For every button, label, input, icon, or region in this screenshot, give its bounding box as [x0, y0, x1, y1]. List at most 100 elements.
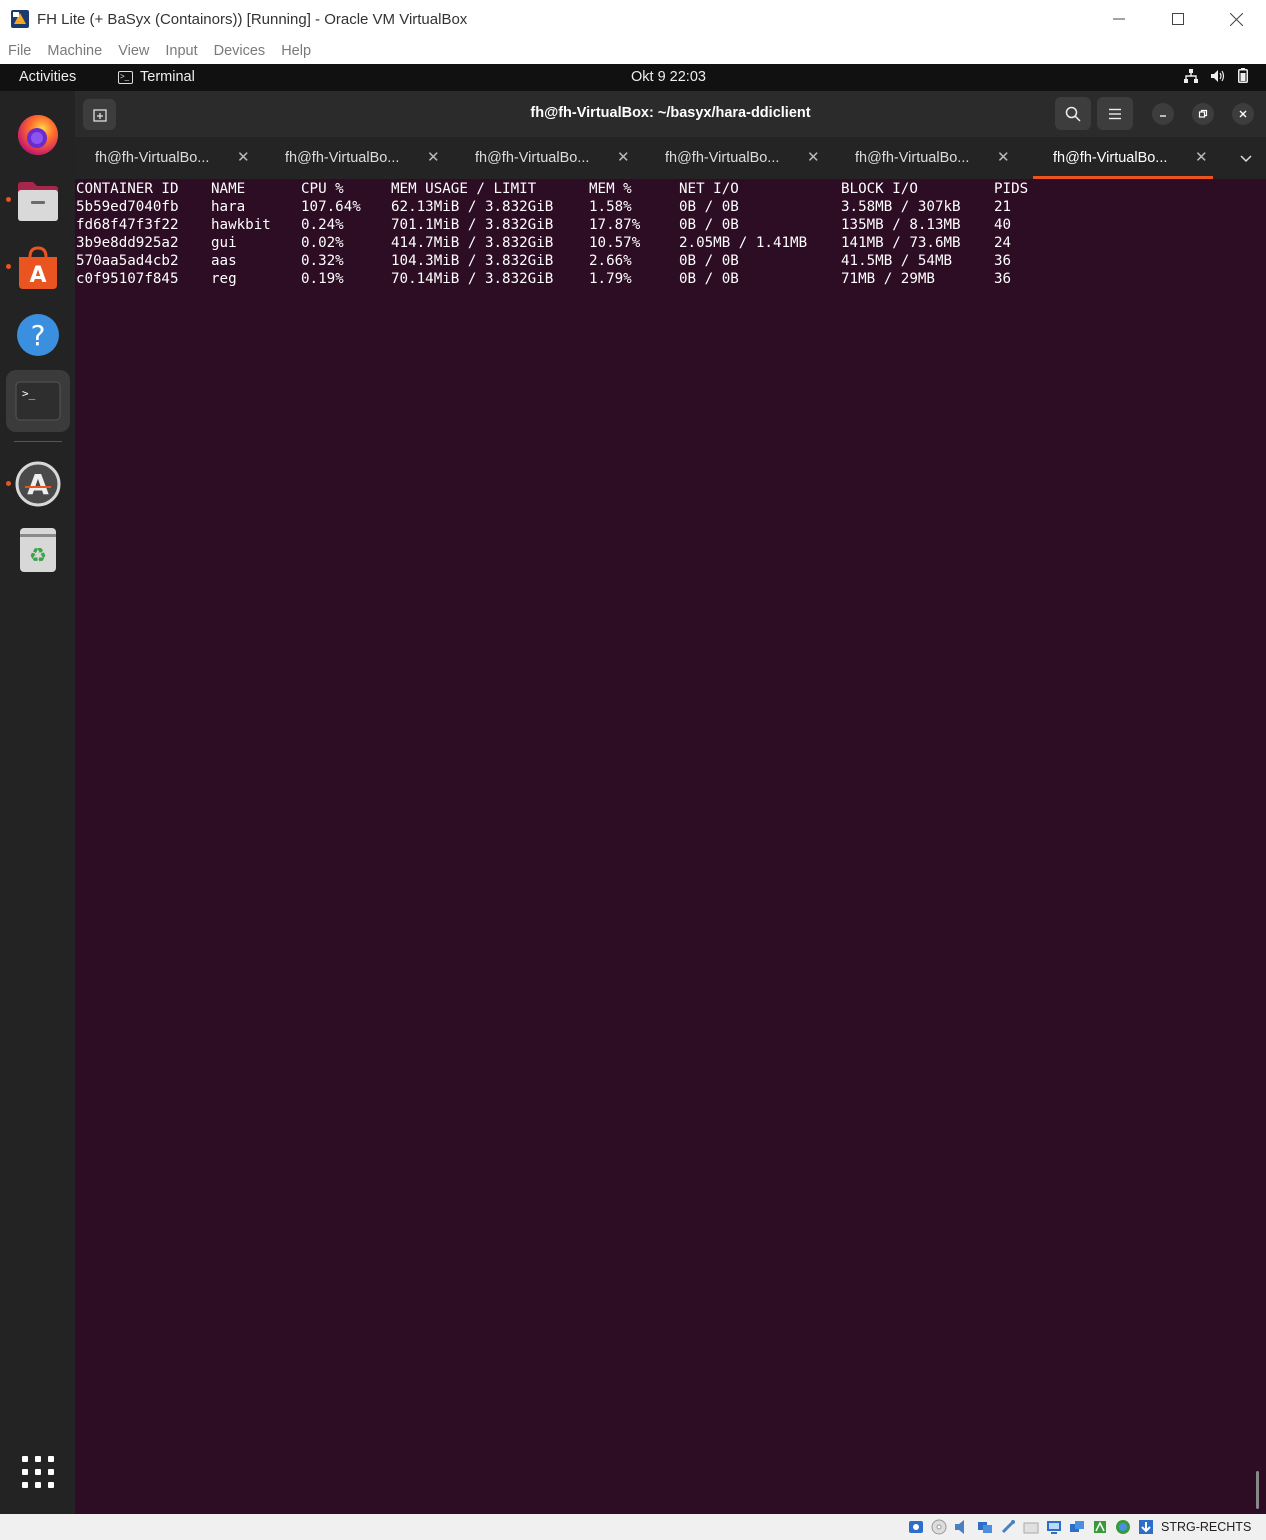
tab-close-icon[interactable]: ✕ [237, 148, 250, 166]
cpu-percent: 0.02% [301, 235, 344, 251]
menu-machine[interactable]: Machine [47, 43, 102, 59]
vbox-titlebar: FH Lite (+ BaSyx (Containors)) [Running]… [0, 0, 1266, 38]
menu-view[interactable]: View [118, 43, 149, 59]
mem-percent: 10.57% [589, 235, 641, 251]
dock-software-updater[interactable]: A [6, 453, 70, 515]
container-name: reg [211, 271, 237, 287]
menu-file[interactable]: File [8, 43, 31, 59]
tab-close-icon[interactable]: ✕ [807, 148, 820, 166]
system-tray[interactable] [1184, 68, 1248, 83]
tab-close-icon[interactable]: ✕ [427, 148, 440, 166]
container-id: fd68f47f3f22 [76, 217, 179, 233]
menu-help[interactable]: Help [281, 43, 311, 59]
status-icons [906, 1518, 1156, 1536]
tab-3[interactable]: fh@fh-VirtualBo... ✕ [455, 137, 645, 179]
terminal-output[interactable]: CONTAINER ID NAME CPU % MEM USAGE / LIMI… [76, 181, 1256, 1501]
host-key-label[interactable]: STRG-RECHTS [1161, 1520, 1251, 1534]
hamburger-menu-button[interactable] [1097, 97, 1133, 130]
svg-text:A: A [27, 468, 49, 501]
mem-usage: 414.7MiB / 3.832GiB [391, 235, 554, 251]
hard-disk-status[interactable] [906, 1518, 926, 1536]
svg-text:>_: >_ [22, 387, 36, 400]
container-name: hawkbit [211, 217, 271, 233]
mem-percent: 17.87% [589, 217, 641, 233]
svg-text:A: A [29, 263, 46, 288]
header-cell: BLOCK I/O [841, 181, 918, 197]
folder-icon [1023, 1522, 1039, 1534]
mem-percent: 1.58% [589, 199, 632, 215]
search-button[interactable] [1055, 97, 1091, 130]
virtualbox-icon [9, 8, 31, 30]
net-io: 2.05MB / 1.41MB [679, 235, 808, 251]
keyboard-capture-status[interactable] [1136, 1518, 1156, 1536]
tab-4[interactable]: fh@fh-VirtualBo... ✕ [645, 137, 835, 179]
tab-1[interactable]: fh@fh-VirtualBo... ✕ [75, 137, 265, 179]
cpu-percent: 0.24% [301, 217, 344, 233]
terminal-close-button[interactable] [1232, 103, 1254, 125]
dock-trash[interactable]: ♻ [6, 519, 70, 581]
close-icon [1230, 12, 1243, 26]
svg-text:♻: ♻ [29, 543, 47, 567]
terminal-minimize-button[interactable] [1152, 103, 1174, 125]
hamburger-icon [1109, 108, 1121, 119]
dock-software[interactable]: A [6, 237, 70, 299]
tab-close-icon[interactable]: ✕ [617, 148, 630, 166]
audio-status[interactable] [952, 1518, 972, 1536]
show-apps-icon [22, 1456, 54, 1488]
screens-icon [1070, 1521, 1084, 1532]
battery-icon [1238, 68, 1248, 83]
terminal-scrollbar[interactable] [1256, 1471, 1259, 1509]
dock-files[interactable] [6, 170, 70, 232]
container-name: aas [211, 253, 237, 269]
tab-2[interactable]: fh@fh-VirtualBo... ✕ [265, 137, 455, 179]
maximize-button[interactable] [1148, 0, 1207, 38]
hard-disk-icon [909, 1521, 923, 1533]
block-io: 135MB / 8.13MB [841, 217, 961, 233]
network-status[interactable] [975, 1518, 995, 1536]
window-title: FH Lite (+ BaSyx (Containors)) [Running]… [37, 10, 468, 28]
menu-input[interactable]: Input [165, 43, 197, 59]
minimize-icon [1112, 18, 1125, 20]
stats-row: 570aa5ad4cb2 aas 0.32% 104.3MiB / 3.832G… [76, 253, 1011, 271]
show-apps-button[interactable] [6, 1441, 70, 1503]
activities-button[interactable]: Activities [19, 69, 76, 85]
clock[interactable]: Okt 9 22:03 [631, 69, 706, 85]
audio-icon [955, 1520, 964, 1534]
cpu-percent: 0.19% [301, 271, 344, 287]
header-cell: PIDS [994, 181, 1029, 197]
guest-screen: Activities >_ Terminal Okt 9 22:03 A ? >… [0, 64, 1266, 1514]
stats-row: c0f95107f845 reg 0.19% 70.14MiB / 3.832G… [76, 271, 1011, 289]
recording-status[interactable] [1067, 1518, 1087, 1536]
firefox-icon [18, 115, 58, 155]
container-name: hara [211, 199, 246, 215]
shared-folder-status[interactable] [1021, 1518, 1041, 1536]
display-status[interactable] [1044, 1518, 1064, 1536]
terminal-headerbar: fh@fh-VirtualBox: ~/basyx/hara-ddiclient [75, 91, 1266, 137]
container-id: c0f95107f845 [76, 271, 179, 287]
tab-5[interactable]: fh@fh-VirtualBo... ✕ [835, 137, 1025, 179]
dock-help[interactable]: ? [6, 304, 70, 366]
block-io: 41.5MB / 54MB [841, 253, 953, 269]
minimize-button[interactable] [1089, 0, 1148, 38]
menu-devices[interactable]: Devices [214, 43, 266, 59]
vt-status[interactable] [1113, 1518, 1133, 1536]
cpu-status[interactable] [1090, 1518, 1110, 1536]
dock-separator [14, 441, 62, 442]
dock-firefox[interactable] [6, 103, 70, 165]
usb-status[interactable] [998, 1518, 1018, 1536]
app-menu-terminal[interactable]: >_ Terminal [118, 69, 195, 85]
terminal-restore-button[interactable] [1192, 103, 1214, 125]
close-button[interactable] [1207, 0, 1266, 38]
chevron-down-icon[interactable] [1239, 151, 1253, 165]
terminal-small-icon: >_ [118, 70, 133, 84]
vbox-statusbar: STRG-RECHTS [0, 1514, 1266, 1540]
tab-6-active[interactable]: fh@fh-VirtualBo... ✕ [1033, 137, 1223, 179]
dock-terminal[interactable]: >_ [6, 370, 70, 432]
files-icon [18, 182, 58, 221]
tab-close-icon[interactable]: ✕ [1195, 148, 1208, 166]
network-adapter-icon [978, 1522, 992, 1533]
header-cell: CPU % [301, 181, 344, 197]
tab-close-icon[interactable]: ✕ [997, 148, 1010, 166]
optical-drive-status[interactable] [929, 1518, 949, 1536]
header-cell: NAME [211, 181, 246, 197]
